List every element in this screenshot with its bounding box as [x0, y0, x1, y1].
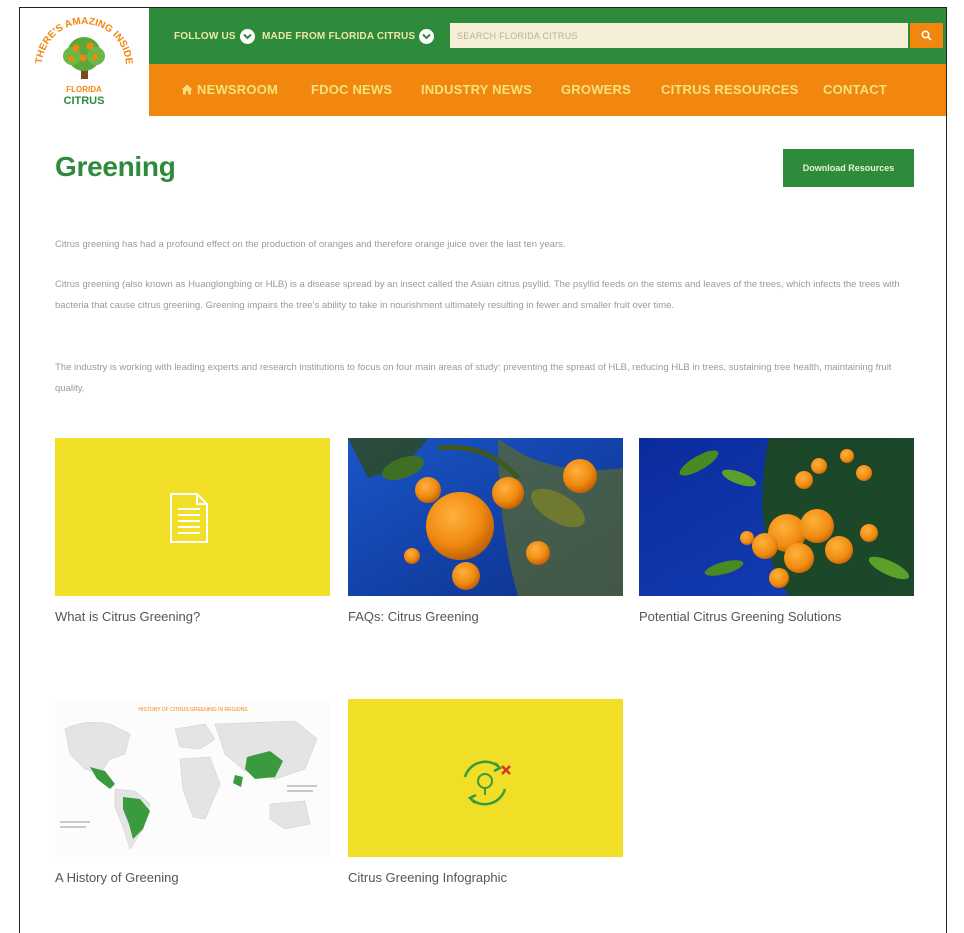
oranges-photo [348, 438, 623, 596]
main-nav: NEWSROOM FDOC NEWS INDUSTRY NEWS GROWERS… [149, 64, 946, 116]
nav-item-newsroom[interactable]: NEWSROOM [181, 82, 278, 97]
card-link-infographic[interactable]: Citrus Greening Infographic [348, 870, 507, 885]
florida-citrus-logo[interactable]: THERE'S AMAZING INSIDE FLORIDA CITRUS [20, 8, 149, 116]
nav-label: GROWERS [561, 82, 632, 97]
nav-label: CONTACT [823, 82, 887, 97]
chevron-down-icon [419, 28, 435, 44]
nav-label: INDUSTRY NEWS [421, 82, 532, 97]
card-image-infographic[interactable] [348, 699, 623, 857]
card-image-faqs[interactable] [348, 438, 623, 596]
search-icon [921, 30, 932, 41]
nav-item-citrus-resources[interactable]: CITRUS RESOURCES [661, 82, 799, 97]
card-link-faqs[interactable]: FAQs: Citrus Greening [348, 609, 479, 624]
top-bar: FOLLOW US MADE FROM FLORIDA CITRUS [149, 8, 946, 64]
search-input[interactable] [450, 23, 908, 48]
home-icon [181, 84, 193, 95]
description-paragraph: Citrus greening (also known as Huanglong… [55, 279, 900, 311]
nav-item-contact[interactable]: CONTACT [823, 82, 887, 97]
follow-us-dropdown[interactable]: FOLLOW US [174, 27, 255, 45]
intro-paragraph: Citrus greening has had a profound effec… [55, 239, 566, 250]
nav-label: CITRUS RESOURCES [661, 82, 799, 97]
made-from-florida-citrus-dropdown[interactable]: MADE FROM FLORIDA CITRUS [262, 27, 435, 45]
world-map: HISTORY OF CITRUS GREENING IN REGIONS [60, 707, 318, 850]
svg-text:HISTORY OF CITRUS GREENING IN: HISTORY OF CITRUS GREENING IN REGIONS [138, 707, 248, 713]
card-link-history[interactable]: A History of Greening [55, 870, 179, 885]
download-resources-button[interactable]: Download Resources [783, 149, 914, 187]
nav-label: NEWSROOM [197, 82, 279, 97]
card-image-solutions[interactable] [639, 438, 914, 596]
card-link-what-is-greening[interactable]: What is Citrus Greening? [55, 609, 200, 624]
nav-item-fdoc-news[interactable]: FDOC NEWS [311, 82, 392, 97]
research-paragraph: The industry is working with leading exp… [55, 362, 892, 394]
page-title: Greening [55, 151, 176, 182]
card-image-history[interactable]: HISTORY OF CITRUS GREENING IN REGIONS [55, 699, 330, 857]
card-link-solutions[interactable]: Potential Citrus Greening Solutions [639, 609, 841, 624]
page-frame: THERE'S AMAZING INSIDE FLORIDA CITRUS FO… [19, 7, 947, 933]
follow-us-label: FOLLOW US [174, 30, 236, 42]
document-icon [170, 493, 208, 543]
card-image-what-is-greening[interactable] [55, 438, 330, 596]
search-button[interactable] [910, 23, 943, 48]
svg-text:FLORIDA: FLORIDA [66, 85, 102, 94]
nav-item-industry-news[interactable]: INDUSTRY NEWS [421, 82, 532, 97]
orange-tree-photo [639, 438, 914, 596]
cycle-icon [463, 760, 511, 806]
made-from-label: MADE FROM FLORIDA CITRUS [262, 30, 416, 42]
svg-text:CITRUS: CITRUS [64, 95, 105, 107]
chevron-down-icon [239, 28, 255, 44]
nav-label: FDOC NEWS [311, 82, 393, 97]
nav-item-growers[interactable]: GROWERS [561, 82, 631, 97]
